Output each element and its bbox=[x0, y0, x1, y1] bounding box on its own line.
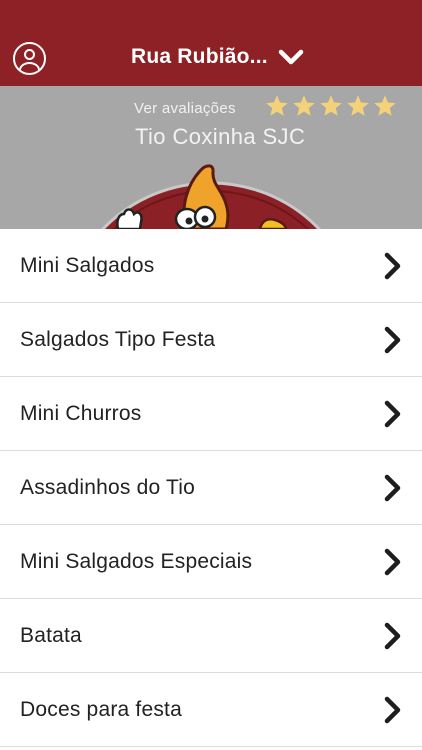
category-label: Mini Churros bbox=[20, 401, 142, 425]
category-label: Assadinhos do Tio bbox=[20, 475, 196, 499]
star-icon bbox=[293, 95, 315, 116]
category-label: Salgados Tipo Festa bbox=[20, 327, 216, 351]
category-item[interactable]: Doces para festa bbox=[0, 673, 422, 747]
chevron-right-icon bbox=[384, 622, 401, 649]
chevron-right-icon bbox=[384, 252, 401, 279]
rating-stars bbox=[266, 95, 396, 117]
store-banner: Ver avaliações Tio Coxinha SJC bbox=[0, 86, 422, 229]
avatar-body bbox=[19, 62, 40, 73]
star-icon bbox=[320, 95, 342, 116]
category-item[interactable]: Mini Churros bbox=[0, 377, 422, 451]
star-icon bbox=[347, 95, 369, 116]
category-item[interactable]: Salgados Tipo Festa bbox=[0, 303, 422, 377]
category-label: Batata bbox=[20, 623, 82, 647]
chevron-right-icon bbox=[384, 474, 401, 501]
category-item[interactable]: Mini Salgados Especiais bbox=[0, 525, 422, 599]
category-item[interactable]: Mini Salgados bbox=[0, 229, 422, 303]
category-list: Mini Salgados Salgados Tipo Festa Mini Chu… bbox=[0, 229, 422, 747]
user-circle-icon[interactable] bbox=[13, 42, 46, 75]
reviews-link[interactable]: Ver avaliações bbox=[134, 100, 236, 117]
chevron-right-icon bbox=[384, 548, 401, 575]
top-bar: Rua Rubião... bbox=[0, 0, 422, 86]
chevron-right-icon bbox=[384, 400, 401, 427]
category-item[interactable]: Assadinhos do Tio bbox=[0, 451, 422, 525]
category-label: Doces para festa bbox=[20, 697, 182, 721]
category-label: Mini Salgados bbox=[20, 253, 155, 277]
star-icon bbox=[374, 95, 396, 116]
category-label: Mini Salgados Especiais bbox=[20, 549, 253, 573]
location-selector[interactable]: Rua Rubião... bbox=[131, 41, 304, 73]
star-icon bbox=[266, 95, 288, 116]
store-name: Tio Coxinha SJC bbox=[135, 124, 306, 149]
chevron-down-icon bbox=[278, 49, 304, 65]
location-label: Rua Rubião... bbox=[131, 45, 268, 68]
chevron-right-icon bbox=[384, 326, 401, 353]
avatar-head bbox=[24, 49, 35, 60]
category-item[interactable]: Batata bbox=[0, 599, 422, 673]
chevron-right-icon bbox=[384, 696, 401, 723]
